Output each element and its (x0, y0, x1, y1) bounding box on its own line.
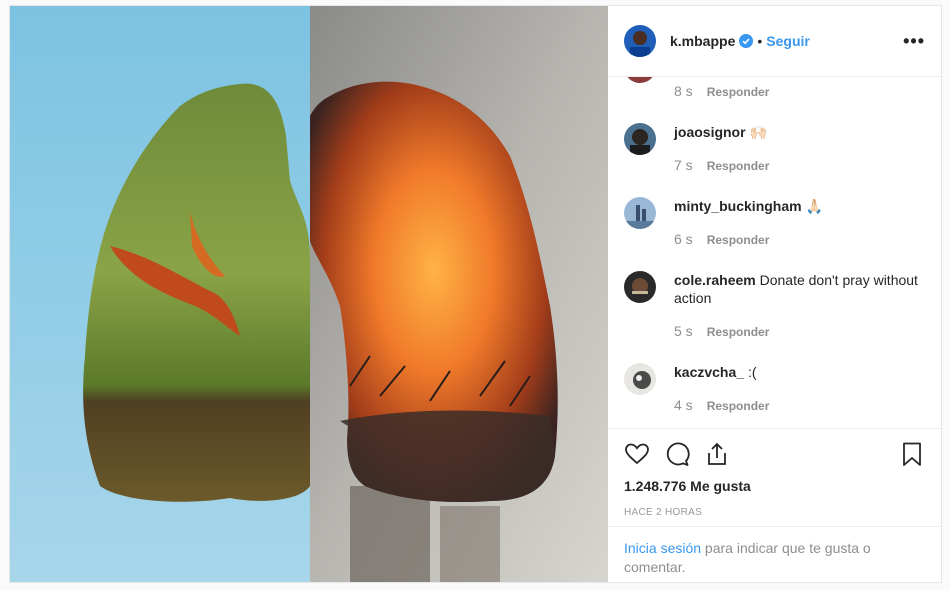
comment-meta: 6 s Responder (674, 231, 769, 247)
commenter-avatar[interactable] (624, 123, 656, 155)
comment-meta: 7 s Responder (674, 157, 769, 173)
post-actions (608, 428, 941, 478)
author-avatar[interactable] (624, 25, 656, 57)
comment-item: cole.raheem Donate don't pray without ac… (624, 271, 925, 307)
follow-button[interactable]: Seguir (766, 33, 810, 49)
login-prompt: Inicia sesión para indicar que te gusta … (608, 526, 941, 582)
comment-item: minty_buckingham 🙏🏻 (624, 197, 925, 229)
comment-meta: 4 s Responder (674, 397, 769, 413)
reply-button[interactable]: Responder (707, 233, 770, 247)
commenter-username[interactable]: kaczvcha_ (674, 364, 744, 380)
comment-text: 🙌🏻 (749, 124, 767, 140)
comment-item: joaosignor 🙌🏻 (624, 123, 925, 155)
likes-count[interactable]: 1.248.776 Me gusta (608, 478, 941, 500)
login-link[interactable]: Inicia sesión (624, 540, 701, 556)
comment-icon[interactable] (664, 441, 690, 467)
comment-time: 6 s (674, 231, 693, 247)
post-container: k.mbappe • Seguir ••• 8 s Responder joao… (9, 5, 942, 583)
comment-time: 5 s (674, 323, 693, 339)
comment-meta: 8 s Responder (674, 83, 769, 99)
bookmark-icon[interactable] (899, 441, 925, 467)
reply-button[interactable]: Responder (707, 85, 770, 99)
comment-text: 🙏🏻 (805, 198, 823, 214)
share-icon[interactable] (704, 441, 730, 467)
post-sidebar: k.mbappe • Seguir ••• 8 s Responder joao… (608, 6, 941, 582)
comment-text: :( (747, 364, 757, 380)
verified-badge-icon (739, 34, 754, 48)
comment-time: 7 s (674, 157, 693, 173)
commenter-avatar[interactable] (624, 271, 656, 303)
commenter-avatar[interactable] (624, 363, 656, 395)
author-username[interactable]: k.mbappe (670, 33, 735, 49)
commenter-username[interactable]: minty_buckingham (674, 198, 802, 214)
comment-item: kaczvcha_ :( (624, 363, 925, 395)
more-options-icon[interactable]: ••• (903, 31, 925, 52)
post-header: k.mbappe • Seguir ••• (608, 6, 941, 77)
heart-icon[interactable] (624, 441, 650, 467)
commenter-avatar[interactable] (624, 77, 656, 83)
commenter-avatar[interactable] (624, 197, 656, 229)
comment-meta: 5 s Responder (674, 323, 769, 339)
post-image[interactable] (10, 6, 608, 582)
commenter-username[interactable]: joaosignor (674, 124, 746, 140)
reply-button[interactable]: Responder (707, 399, 770, 413)
commenter-username[interactable]: cole.raheem (674, 272, 756, 288)
comment-item (624, 77, 925, 83)
reply-button[interactable]: Responder (707, 159, 770, 173)
lungs-artwork (10, 6, 608, 582)
comment-time: 4 s (674, 397, 693, 413)
reply-button[interactable]: Responder (707, 325, 770, 339)
post-timestamp: HACE 2 HORAS (624, 507, 703, 518)
comments-list[interactable]: 8 s Responder joaosignor 🙌🏻 7 s Responder … (608, 77, 941, 428)
comment-time: 8 s (674, 83, 693, 99)
separator-dot: • (757, 33, 763, 49)
